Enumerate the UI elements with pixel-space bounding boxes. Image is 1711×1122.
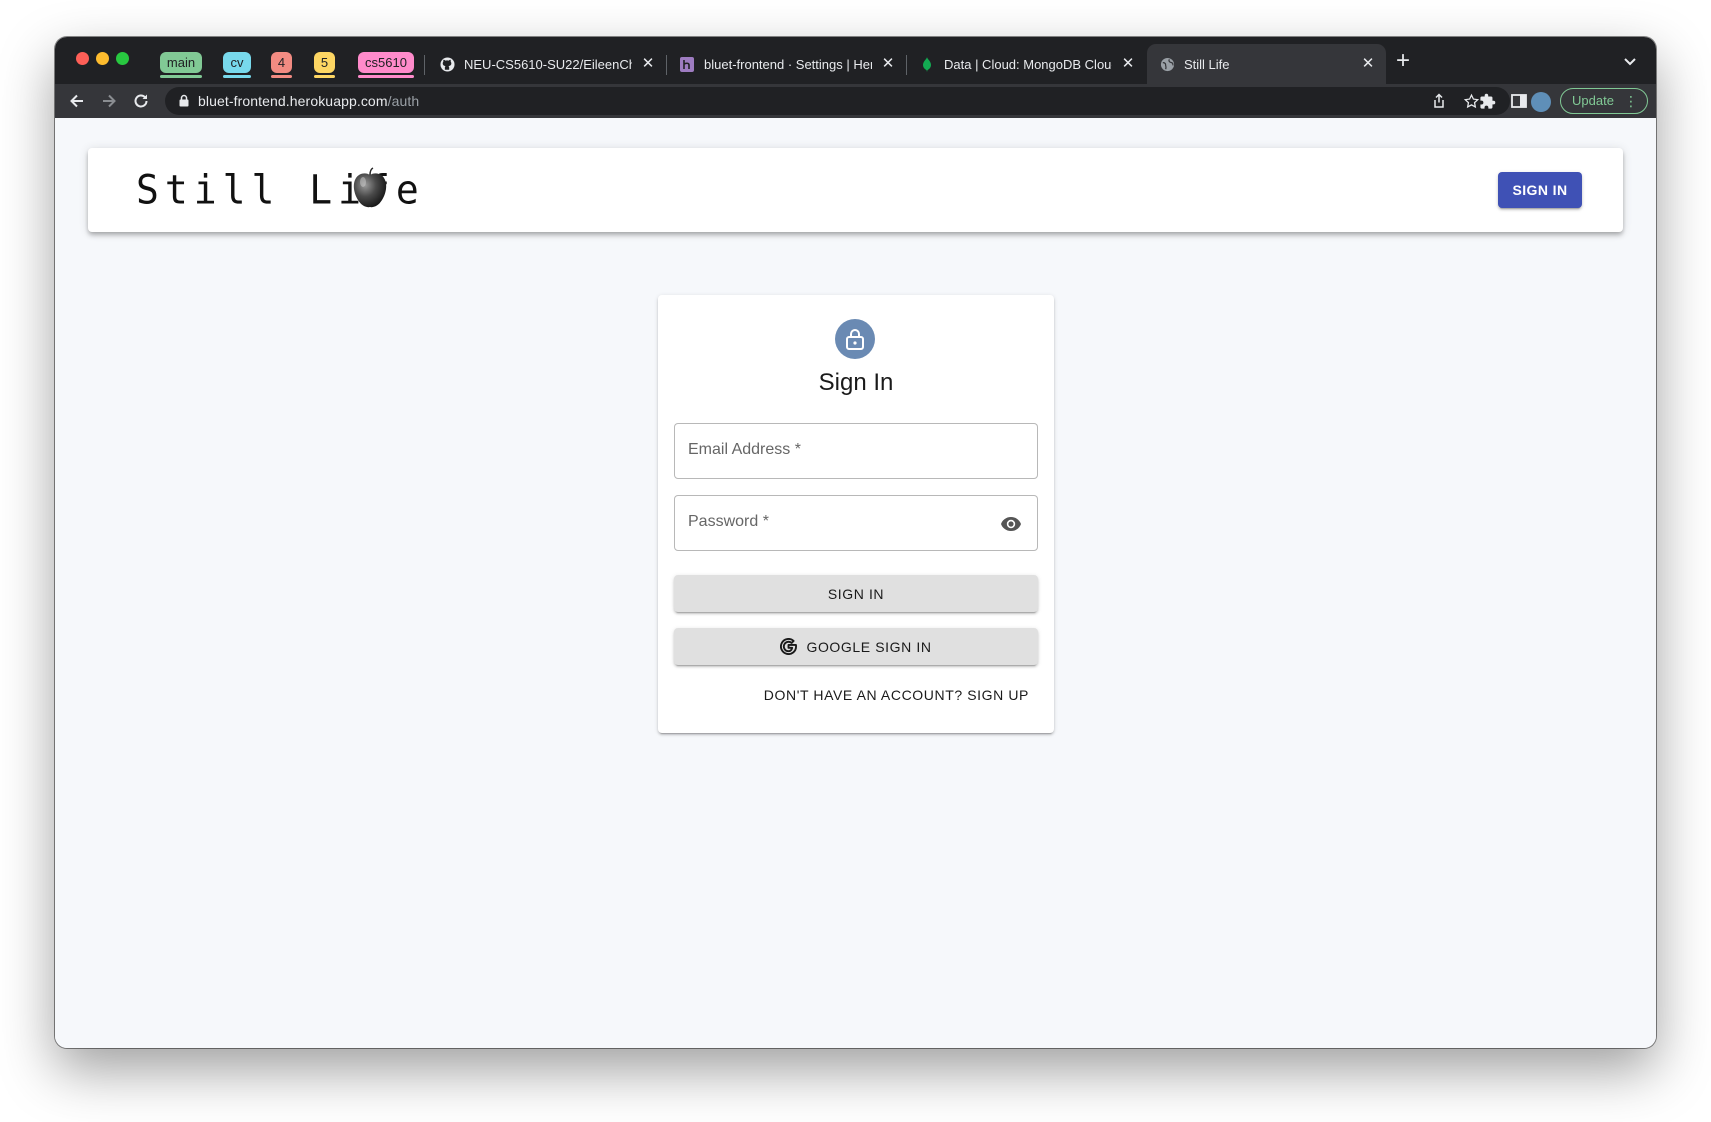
globe-icon — [1159, 56, 1175, 72]
browser-toolbar: bluet-frontend.herokuapp.com/auth Update… — [55, 84, 1656, 118]
tab-still-life[interactable]: Still Life ✕ — [1147, 44, 1386, 84]
github-icon — [439, 56, 455, 72]
tab-close-icon[interactable]: ✕ — [1360, 56, 1376, 72]
apple-logo-icon — [348, 166, 392, 215]
tab-group-cs5610[interactable]: cs5610 — [358, 52, 414, 78]
app-header: Still Life SIGN IN — [88, 148, 1623, 232]
tab-separator — [424, 55, 425, 75]
tab-group-main[interactable]: main — [160, 52, 202, 78]
google-g-icon — [780, 638, 798, 655]
browser-window: main cv 4 5 cs5610 NEU-CS5610-SU22/Eilee… — [55, 37, 1656, 1048]
password-field[interactable]: Password * — [674, 495, 1038, 551]
tab-title: NEU-CS5610-SU22/EileenChan — [464, 56, 632, 72]
sign-in-button[interactable]: SIGN IN — [674, 575, 1038, 612]
page-content: Still Life SIGN IN Sign In Email Address… — [55, 118, 1656, 1048]
url-text: bluet-frontend.herokuapp.com/auth — [198, 93, 420, 109]
tab-title: Still Life — [1184, 56, 1230, 72]
minimize-window-button[interactable] — [96, 52, 109, 65]
tab-title: bluet-frontend · Settings | Heroku — [704, 56, 872, 72]
padlock-icon[interactable] — [179, 94, 189, 112]
maximize-window-button[interactable] — [116, 52, 129, 65]
lock-icon — [835, 319, 875, 359]
profile-avatar[interactable] — [1531, 92, 1551, 112]
sign-in-title: Sign In — [818, 369, 894, 396]
show-password-eye-icon[interactable] — [999, 512, 1023, 536]
header-sign-in-button[interactable]: SIGN IN — [1498, 172, 1582, 208]
google-sign-in-button[interactable]: GOOGLE SIGN IN — [674, 628, 1038, 665]
tab-strip: main cv 4 5 cs5610 NEU-CS5610-SU22/Eilee… — [55, 37, 1656, 84]
tab-heroku[interactable]: bluet-frontend · Settings | Heroku ✕ — [667, 44, 906, 84]
mongodb-icon — [919, 56, 935, 72]
back-arrow-icon[interactable] — [65, 89, 89, 113]
tab-search-chevron-icon[interactable] — [1620, 51, 1640, 71]
tab-group-cv[interactable]: cv — [223, 52, 251, 78]
extensions-puzzle-icon[interactable] — [1475, 89, 1499, 113]
sign-in-card: Sign In Email Address * Password * SIGN … — [658, 295, 1054, 733]
update-button[interactable]: Update ⋮ — [1560, 88, 1648, 114]
forward-arrow-icon[interactable] — [97, 89, 121, 113]
heroku-icon — [679, 56, 695, 72]
close-window-button[interactable] — [76, 52, 89, 65]
address-bar[interactable]: bluet-frontend.herokuapp.com/auth — [165, 87, 1510, 115]
sign-in-button-label: SIGN IN — [827, 585, 885, 602]
tab-title: Data | Cloud: MongoDB Cloud — [944, 56, 1112, 72]
reload-icon[interactable] — [129, 89, 153, 113]
sign-up-link[interactable]: DON'T HAVE AN ACCOUNT? SIGN UP — [764, 687, 1029, 703]
tab-group-5[interactable]: 5 — [314, 52, 335, 78]
password-label: Password * — [688, 513, 769, 530]
tab-group-4[interactable]: 4 — [271, 52, 292, 78]
side-panel-icon[interactable] — [1507, 89, 1531, 113]
tab-github[interactable]: NEU-CS5610-SU22/EileenChan ✕ — [427, 44, 666, 84]
tab-close-icon[interactable]: ✕ — [640, 56, 656, 72]
update-label: Update — [1572, 93, 1614, 108]
tab-close-icon[interactable]: ✕ — [880, 56, 896, 72]
tab-close-icon[interactable]: ✕ — [1120, 56, 1136, 72]
new-tab-button[interactable]: + — [1391, 49, 1415, 74]
google-sign-in-label: GOOGLE SIGN IN — [806, 638, 932, 655]
email-label: Email Address * — [688, 441, 801, 458]
tab-mongodb[interactable]: Data | Cloud: MongoDB Cloud ✕ — [907, 44, 1146, 84]
more-menu-icon[interactable]: ⋮ — [1624, 94, 1638, 108]
email-field[interactable]: Email Address * — [674, 423, 1038, 479]
share-icon[interactable] — [1427, 89, 1451, 113]
